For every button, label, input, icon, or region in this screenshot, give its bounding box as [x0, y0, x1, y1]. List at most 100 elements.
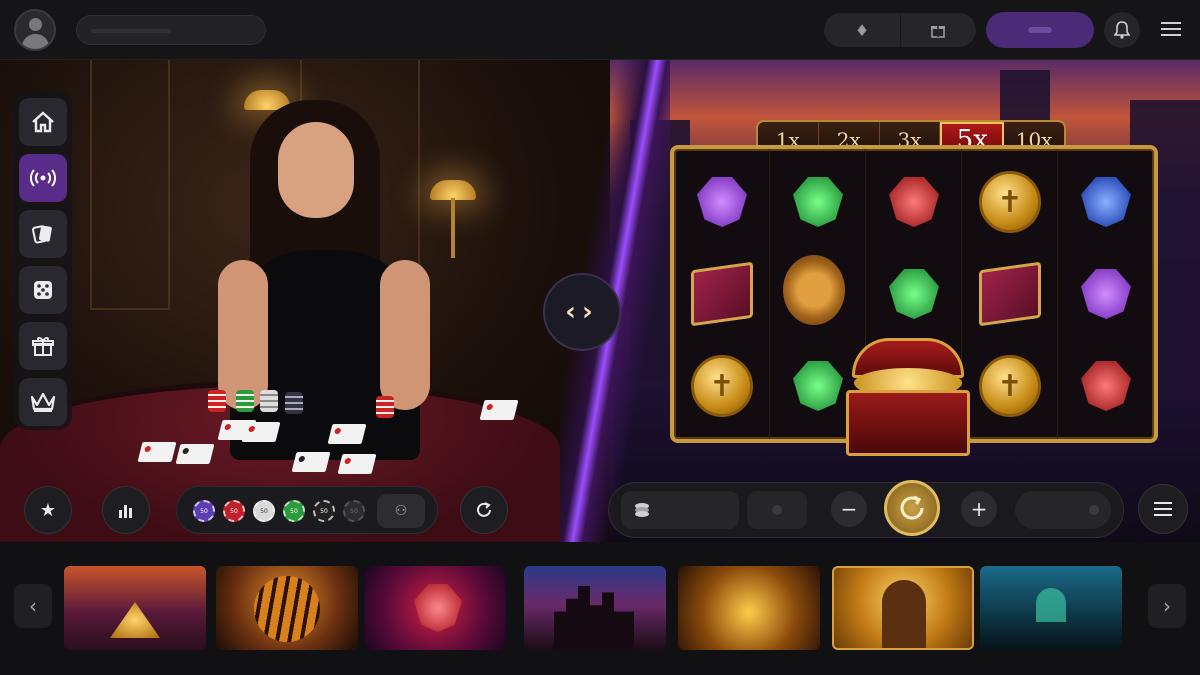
- carousel-prev-button[interactable]: ‹: [14, 584, 52, 628]
- refresh-icon: [477, 502, 491, 517]
- reel-column: [1058, 149, 1154, 439]
- gift-icon: [32, 337, 54, 356]
- gem-red: [1075, 355, 1137, 417]
- gold-coin: ✝: [691, 355, 753, 417]
- swap-view-button[interactable]: ‹›: [543, 273, 621, 351]
- playing-card: [241, 422, 281, 442]
- seat-button[interactable]: ⚇: [377, 494, 425, 528]
- home-icon: [32, 111, 54, 133]
- sidebar: [14, 90, 72, 430]
- chip-stack: [260, 390, 278, 412]
- playing-card: [175, 444, 215, 464]
- gem-green: [883, 263, 945, 325]
- gold-coin: ✝: [979, 355, 1041, 417]
- spellbook: [691, 261, 753, 327]
- crown-icon: [30, 392, 56, 412]
- dice-icon: [34, 281, 52, 299]
- main-menu-button[interactable]: [1158, 18, 1184, 42]
- game-thumbnail[interactable]: [678, 566, 820, 650]
- spin-button[interactable]: [884, 480, 940, 536]
- chip-option[interactable]: 50: [223, 500, 245, 522]
- game-thumbnail[interactable]: [64, 566, 206, 650]
- user-icon: [29, 18, 42, 31]
- gem-purple: [691, 171, 753, 233]
- chevron-left-right-icon: ‹›: [565, 297, 599, 327]
- sidebar-item-vip[interactable]: [19, 378, 67, 426]
- game-thumbnail[interactable]: [364, 566, 506, 650]
- chevron-left-icon: ‹: [29, 594, 37, 618]
- slot-controls: − +: [608, 482, 1124, 538]
- gem-purple: [1075, 263, 1137, 325]
- gem-green: [787, 355, 849, 417]
- chip-stack: [376, 396, 394, 418]
- playing-card: [327, 424, 367, 444]
- coin-balance: [621, 491, 739, 529]
- reel-column: ✝ ✝: [962, 149, 1058, 439]
- spellbook: [979, 261, 1041, 327]
- sidebar-item-home[interactable]: [19, 98, 67, 146]
- win-value: [1015, 491, 1111, 529]
- star-icon: ★: [39, 499, 57, 521]
- top-bar: ♦: [0, 0, 1200, 60]
- slot-menu-button[interactable]: [1138, 484, 1188, 534]
- game-thumbnail[interactable]: [524, 566, 666, 650]
- gem-green: [787, 171, 849, 233]
- sidebar-item-dice[interactable]: [19, 266, 67, 314]
- gift-button[interactable]: [900, 13, 976, 47]
- gem-red: [883, 171, 945, 233]
- minus-icon: −: [840, 497, 858, 521]
- sidebar-item-cards[interactable]: [19, 210, 67, 258]
- diamond-icon: ♦: [854, 20, 870, 40]
- game-carousel: ‹ ›: [0, 542, 1200, 675]
- chip-stack: [285, 392, 303, 414]
- menu-icon: [1161, 22, 1181, 24]
- game-thumbnail[interactable]: [216, 566, 358, 650]
- gold-coin: ✝: [979, 171, 1041, 233]
- sidebar-item-gifts[interactable]: [19, 322, 67, 370]
- game-thumbnail[interactable]: [980, 566, 1122, 650]
- chevron-right-icon: ›: [1163, 594, 1171, 618]
- spin-icon: [900, 495, 924, 520]
- playing-card: [137, 442, 177, 462]
- diamond-button[interactable]: ♦: [824, 13, 900, 47]
- chip-option[interactable]: 50: [283, 500, 305, 522]
- chip-option[interactable]: 50: [343, 500, 365, 522]
- cards-icon: [32, 225, 52, 244]
- user-icon: ⚇: [394, 503, 408, 519]
- user-avatar[interactable]: [14, 9, 56, 51]
- menu-icon: [1154, 502, 1172, 504]
- broadcast-icon: [30, 169, 56, 187]
- live-table-controls: ★ 50 50 50 50 50 50 ⚇: [0, 480, 540, 542]
- coins-icon: [635, 503, 649, 517]
- bell-icon: [1114, 21, 1130, 39]
- decrease-bet-button[interactable]: −: [831, 491, 867, 527]
- lion-symbol: [783, 255, 845, 325]
- statistics-button[interactable]: [102, 486, 150, 534]
- game-thumbnail[interactable]: [832, 566, 974, 650]
- playing-card: [479, 400, 519, 420]
- increase-bet-button[interactable]: +: [961, 491, 997, 527]
- treasure-chest: [846, 338, 970, 458]
- bet-value: [747, 491, 807, 529]
- refresh-button[interactable]: [460, 486, 508, 534]
- reel-column: ✝: [674, 149, 770, 439]
- hero-stage: 1x 2x 3x 5x 10x ✝ ✝ ✝ ‹› ★ 50 50 50 50 5…: [0, 60, 1200, 542]
- sidebar-item-live[interactable]: [19, 154, 67, 202]
- chip-option[interactable]: 50: [193, 500, 215, 522]
- playing-card: [291, 452, 331, 472]
- deposit-button[interactable]: [986, 12, 1094, 48]
- chip-stack: [236, 390, 254, 412]
- favorite-button[interactable]: ★: [24, 486, 72, 534]
- gift-icon: [931, 26, 945, 38]
- playing-card: [337, 454, 377, 474]
- chip-stack: [208, 390, 226, 412]
- bar-chart-icon: [119, 505, 132, 518]
- chip-option[interactable]: 50: [253, 500, 275, 522]
- gem-blue: [1075, 171, 1137, 233]
- chip-option[interactable]: 50: [313, 500, 335, 522]
- plus-icon: +: [970, 497, 988, 521]
- search-input[interactable]: [76, 15, 266, 45]
- notifications-button[interactable]: [1104, 12, 1140, 48]
- carousel-next-button[interactable]: ›: [1148, 584, 1186, 628]
- chip-selector: 50 50 50 50 50 50 ⚇: [176, 486, 438, 534]
